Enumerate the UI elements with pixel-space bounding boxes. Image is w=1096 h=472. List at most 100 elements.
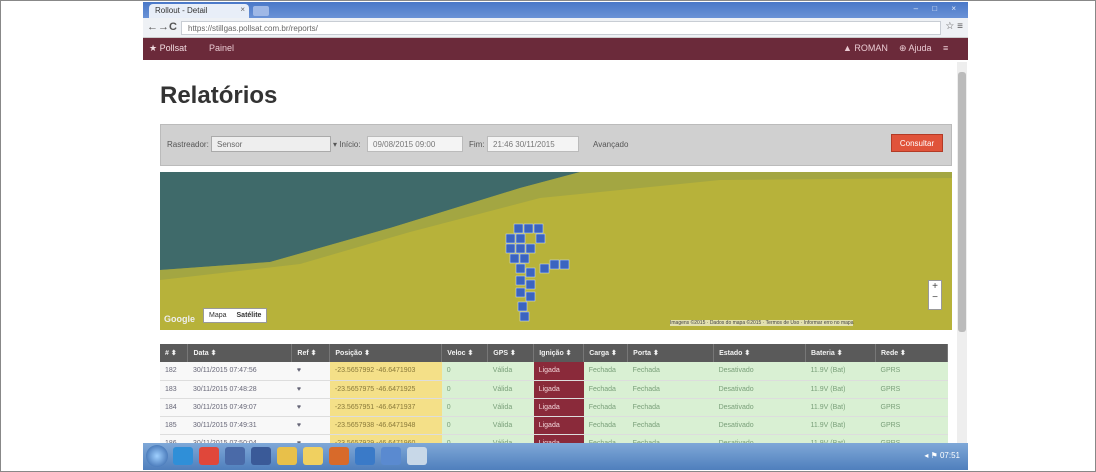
cell-posicao[interactable]: -23.5657938 -46.6471948 <box>329 416 442 435</box>
table-row[interactable]: 182 30/11/2015 07:47:56 ♥ -23.5657992 -4… <box>160 362 948 381</box>
start-button-icon[interactable] <box>146 445 168 467</box>
fim-label: Fim: <box>469 140 485 149</box>
col-header-rede[interactable]: Rede ⬍ <box>875 344 948 362</box>
cell-bateria: 11.9V (Bat) <box>805 380 876 399</box>
map-type-mapa[interactable]: Mapa <box>204 309 232 322</box>
heart-icon[interactable]: ♥ <box>291 380 330 399</box>
col-header-bateria[interactable]: Bateria ⬍ <box>805 344 876 362</box>
browser-menu-icon[interactable]: ☆ ≡ <box>945 21 963 32</box>
col-header-porta[interactable]: Porta ⬍ <box>627 344 715 362</box>
cell-id: 183 <box>160 380 188 399</box>
nav-painel[interactable]: Painel <box>209 43 234 53</box>
filter-bar: Rastreador: Sensor ▾ Início: 09/08/2015 … <box>160 124 952 166</box>
cell-porta: Fechada <box>627 416 714 435</box>
cell-carga: Fechada <box>583 416 628 435</box>
avancado-link[interactable]: Avançado <box>593 140 628 149</box>
heart-icon[interactable]: ♥ <box>291 362 330 381</box>
map-view[interactable]: Mapa Satélite + − Google Imagens ©2015 · … <box>160 172 952 330</box>
window-controls[interactable]: – □ × <box>914 4 962 13</box>
cell-carga: Fechada <box>583 398 628 417</box>
cell-estado: Desativado <box>713 416 806 435</box>
cell-data: 30/11/2015 07:47:56 <box>187 362 292 381</box>
col-header-gps[interactable]: GPS ⬍ <box>487 344 535 362</box>
browser-tab[interactable]: Rollout - Detail × <box>149 4 249 18</box>
reload-icon[interactable]: C <box>169 21 177 33</box>
col-header-posicao[interactable]: Posição ⬍ <box>329 344 443 362</box>
col-header-data[interactable]: Data ⬍ <box>187 344 293 362</box>
explorer-icon[interactable] <box>303 447 323 465</box>
col-header-ignicao[interactable]: Ignição ⬍ <box>533 344 585 362</box>
system-tray-clock[interactable]: ◂ ⚑ 07:51 <box>924 451 960 460</box>
app-icon-1[interactable] <box>225 447 245 465</box>
browser-toolbar: ← → C https://stillgas.pollsat.com.br/re… <box>143 18 968 38</box>
new-tab-button[interactable] <box>253 6 269 16</box>
cell-data: 30/11/2015 07:49:07 <box>187 398 292 417</box>
cell-estado: Desativado <box>713 398 806 417</box>
scrollbar-thumb[interactable] <box>958 72 966 332</box>
nav-user[interactable]: ▲ ROMAN <box>843 43 888 53</box>
forward-icon[interactable]: → <box>158 21 169 33</box>
google-logo: Google <box>164 314 195 324</box>
folder-icon[interactable] <box>277 447 297 465</box>
report-table-container: # ⬍ Data ⬍ Ref ⬍ Posição ⬍ Veloc ⬍ GPS ⬍… <box>160 344 948 454</box>
media-player-icon[interactable] <box>329 447 349 465</box>
inicio-input[interactable]: 09/08/2015 09:00 <box>367 136 463 152</box>
cell-ignicao: Ligada <box>533 416 584 435</box>
cell-rede: GPRS <box>875 380 948 399</box>
tab-close-icon[interactable]: × <box>240 5 245 14</box>
app-icon-2[interactable] <box>251 447 271 465</box>
chrome-icon[interactable] <box>199 447 219 465</box>
col-header-ref[interactable]: Ref ⬍ <box>291 344 331 362</box>
map-canvas <box>160 172 952 322</box>
col-header-veloc[interactable]: Veloc ⬍ <box>441 344 489 362</box>
cell-estado: Desativado <box>713 362 806 381</box>
address-bar[interactable]: https://stillgas.pollsat.com.br/reports/ <box>181 21 941 35</box>
office-icon[interactable] <box>355 447 375 465</box>
cell-veloc: 0 <box>441 398 488 417</box>
cell-data: 30/11/2015 07:49:31 <box>187 416 292 435</box>
zoom-out-button[interactable]: − <box>929 292 941 303</box>
nav-help[interactable]: ⊕ Ajuda <box>899 43 932 54</box>
browser-window: Rollout - Detail × – □ × ← → C https://s… <box>143 2 968 470</box>
rastreador-select[interactable]: Sensor <box>211 136 331 152</box>
consultar-button[interactable]: Consultar <box>891 134 943 152</box>
cell-ignicao: Ligada <box>533 398 584 417</box>
cell-posicao[interactable]: -23.5657992 -46.6471903 <box>329 362 442 381</box>
heart-icon[interactable]: ♥ <box>291 416 330 435</box>
cell-gps: Válida <box>487 398 534 417</box>
report-table: # ⬍ Data ⬍ Ref ⬍ Posição ⬍ Veloc ⬍ GPS ⬍… <box>160 344 948 453</box>
cell-posicao[interactable]: -23.5657951 -46.6471937 <box>329 398 442 417</box>
map-type-satelite[interactable]: Satélite <box>232 309 267 322</box>
cell-gps: Válida <box>487 380 534 399</box>
cell-posicao[interactable]: -23.5657975 -46.6471925 <box>329 380 442 399</box>
table-row[interactable]: 183 30/11/2015 07:48:28 ♥ -23.5657975 -4… <box>160 380 948 399</box>
cell-gps: Válida <box>487 362 534 381</box>
map-attribution[interactable]: Imagens ©2015 · Dados do mapa ©2015 · Te… <box>670 320 854 326</box>
col-header-carga[interactable]: Carga ⬍ <box>583 344 629 362</box>
cell-ignicao: Ligada <box>533 380 584 399</box>
nav-menu-icon[interactable]: ≡ <box>943 43 948 53</box>
heart-icon[interactable]: ♥ <box>291 398 330 417</box>
cell-id: 184 <box>160 398 188 417</box>
col-header-estado[interactable]: Estado ⬍ <box>713 344 807 362</box>
inicio-label: ▾ Início: <box>333 140 361 149</box>
network-icon[interactable] <box>381 447 401 465</box>
back-icon[interactable]: ← <box>147 21 158 33</box>
cell-bateria: 11.9V (Bat) <box>805 416 876 435</box>
page-scrollbar[interactable] <box>957 62 967 444</box>
brand-link[interactable]: ★ Pollsat <box>149 43 187 54</box>
cell-veloc: 0 <box>441 362 488 381</box>
cell-ignicao: Ligada <box>533 362 584 381</box>
col-header-id[interactable]: # ⬍ <box>160 344 189 362</box>
ie-icon[interactable] <box>173 447 193 465</box>
cell-carga: Fechada <box>583 380 628 399</box>
notes-icon[interactable] <box>407 447 427 465</box>
zoom-in-button[interactable]: + <box>929 281 941 292</box>
fim-input[interactable]: 21:46 30/11/2015 <box>487 136 579 152</box>
cell-veloc: 0 <box>441 416 488 435</box>
cell-porta: Fechada <box>627 380 714 399</box>
rastreador-label: Rastreador: <box>167 140 209 149</box>
cell-rede: GPRS <box>875 362 948 381</box>
table-row[interactable]: 184 30/11/2015 07:49:07 ♥ -23.5657951 -4… <box>160 398 948 417</box>
table-row[interactable]: 185 30/11/2015 07:49:31 ♥ -23.5657938 -4… <box>160 416 948 435</box>
